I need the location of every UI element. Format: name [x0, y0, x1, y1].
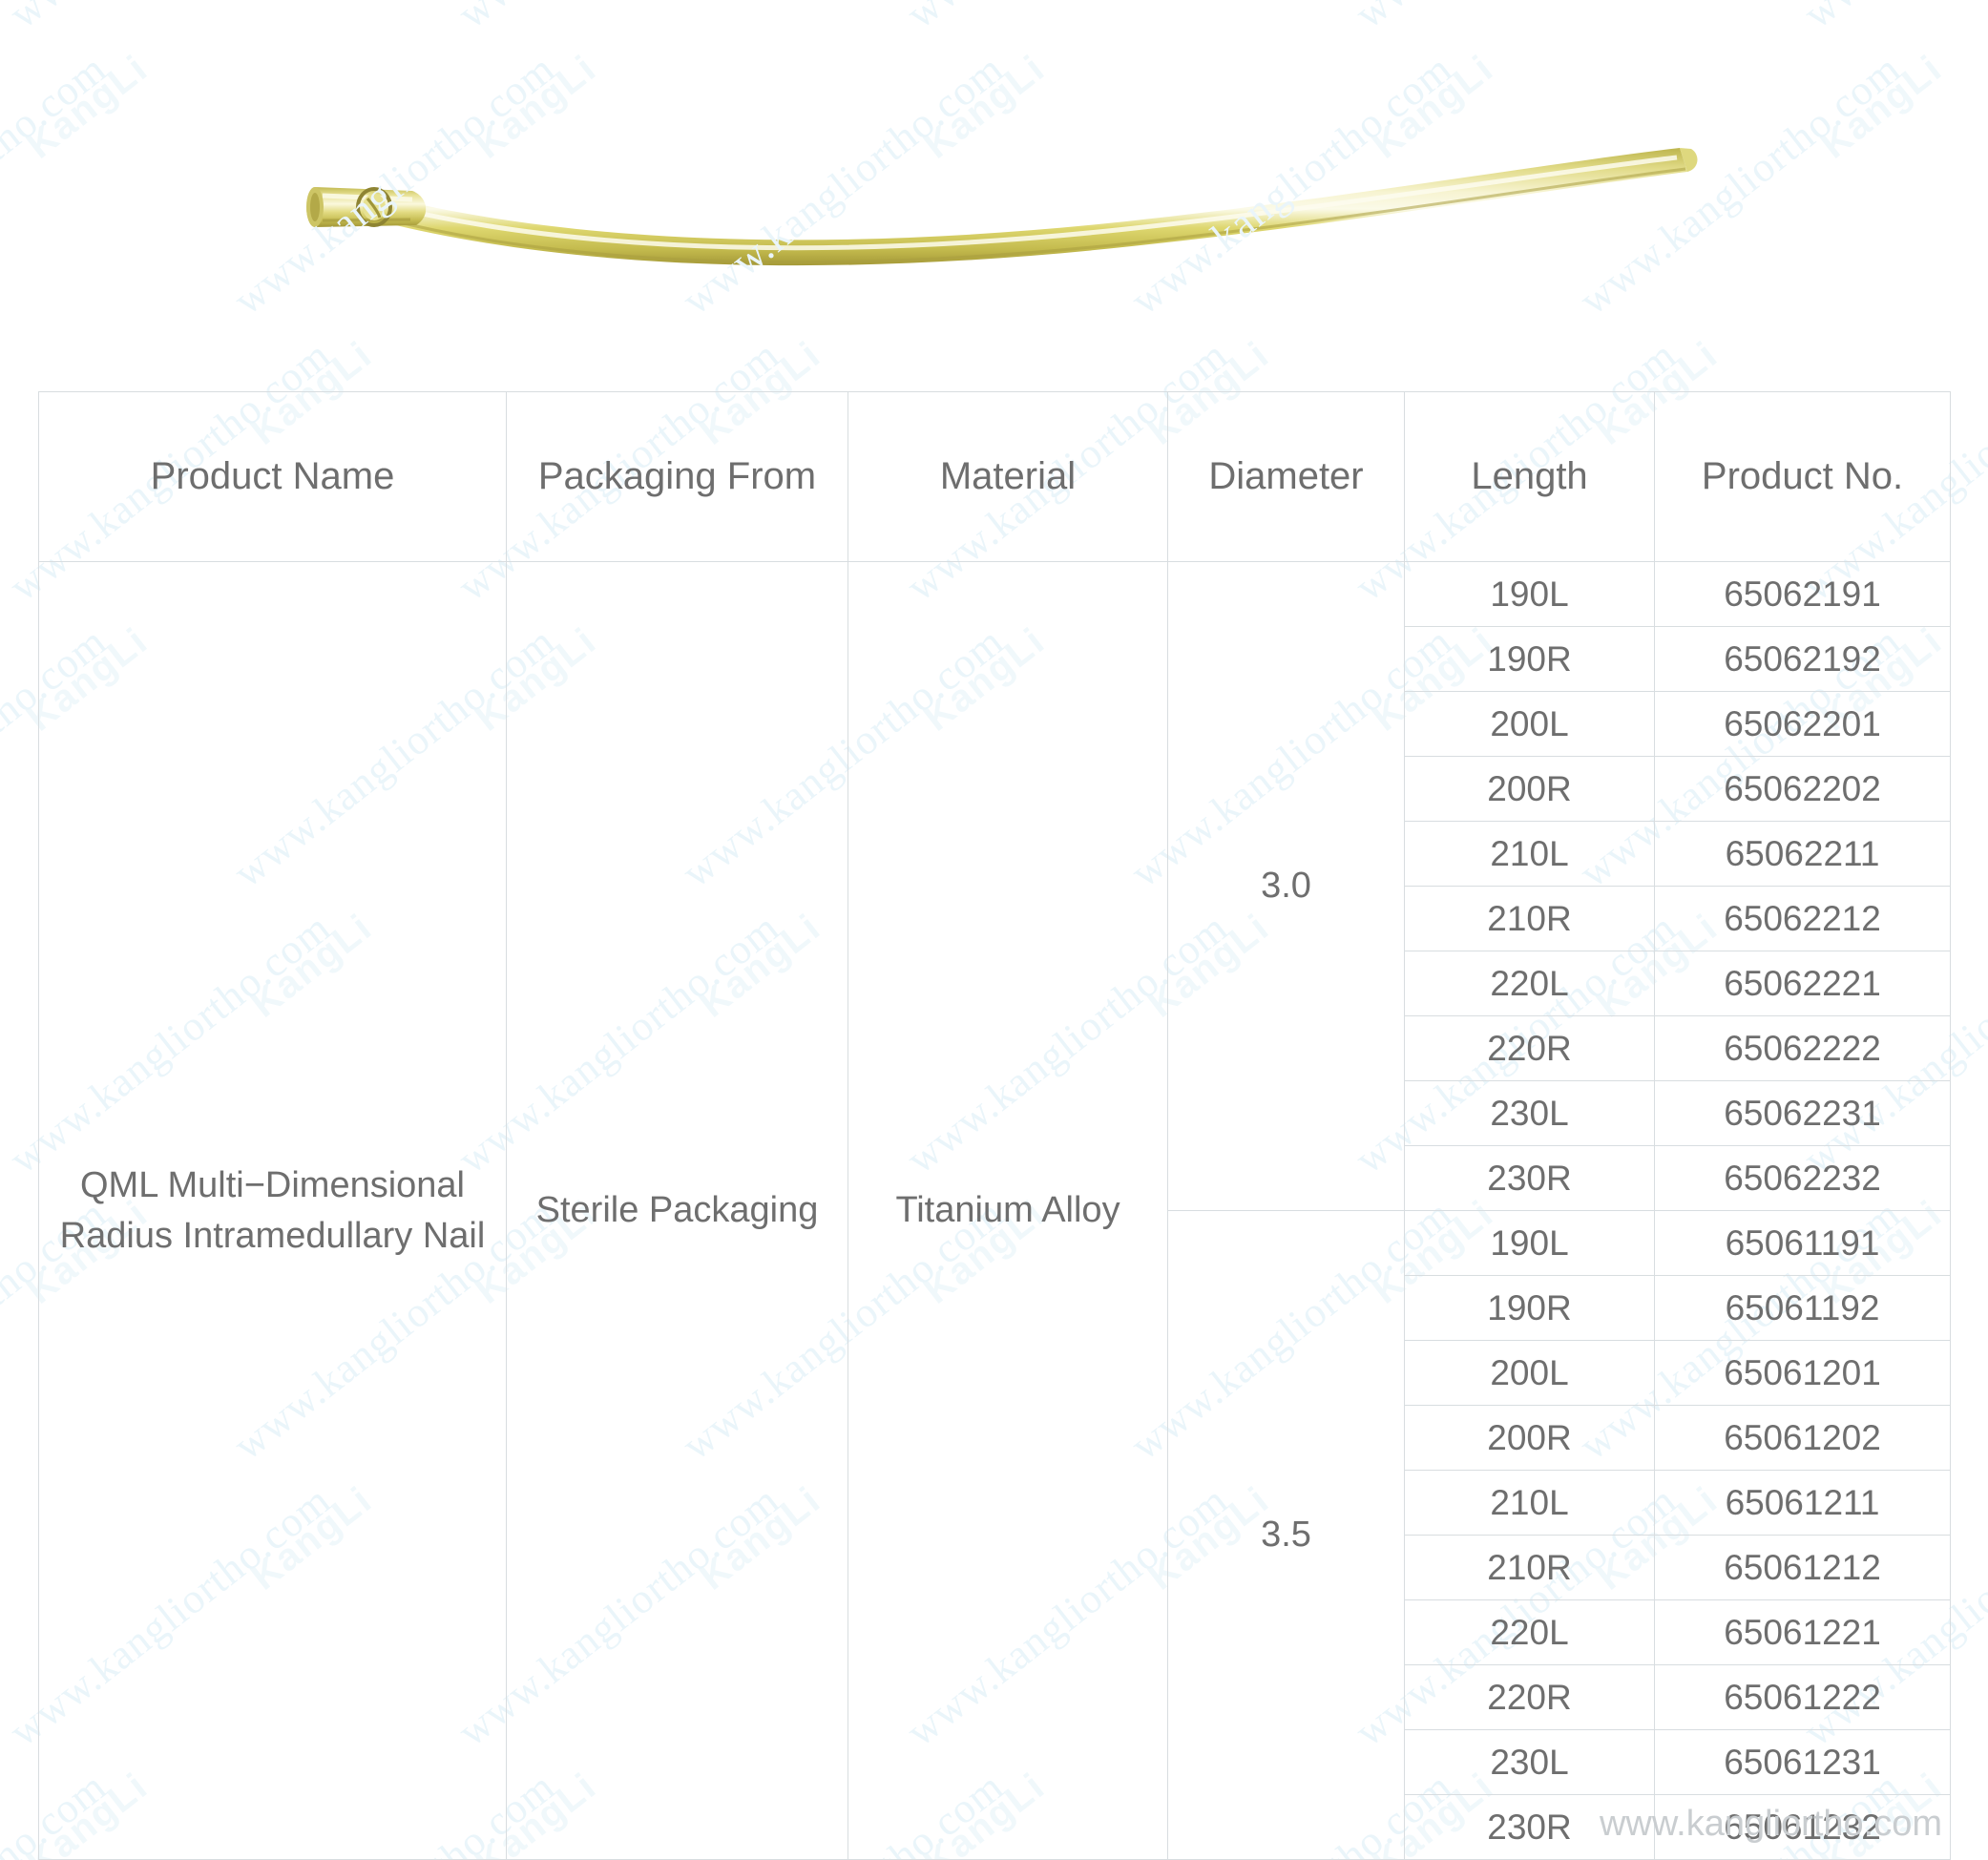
cell-product-no: 65062202: [1654, 756, 1951, 822]
cell-product-no: 65061201: [1654, 1340, 1951, 1406]
cell-product-no: 65061192: [1654, 1275, 1951, 1341]
cell-product-name: QML Multi−Dimensional Radius Intramedull…: [38, 561, 507, 1860]
cell-length: 200R: [1404, 1405, 1655, 1471]
cell-length: 210L: [1404, 821, 1655, 887]
cell-length: 190L: [1404, 1210, 1655, 1276]
cell-product-no: 65062232: [1654, 1145, 1951, 1211]
cell-product-no: 65062192: [1654, 626, 1951, 692]
cell-diameter: 3.5: [1167, 1210, 1405, 1860]
column-header-diameter: Diameter: [1167, 391, 1405, 562]
cell-product-no: 65061231: [1654, 1729, 1951, 1795]
table-header: Product Name Packaging From Material Dia…: [38, 391, 1951, 562]
cell-length: 220L: [1404, 1599, 1655, 1665]
cell-length: 220L: [1404, 951, 1655, 1016]
cell-length: 230R: [1404, 1145, 1655, 1211]
cell-length: 200L: [1404, 1340, 1655, 1406]
cell-product-no: 65061212: [1654, 1535, 1951, 1600]
table-header-row: Product Name Packaging From Material Dia…: [38, 391, 1951, 562]
cell-product-no: 65061222: [1654, 1664, 1951, 1730]
cell-product-no: 65062211: [1654, 821, 1951, 887]
cell-length: 190L: [1404, 561, 1655, 627]
cell-packaging-from: Sterile Packaging: [506, 561, 848, 1860]
cell-product-no: 65061191: [1654, 1210, 1951, 1276]
cell-diameter: 3.0: [1167, 561, 1405, 1211]
nail-shaft: [380, 148, 1698, 266]
footer-website-url: www.kangliortho.com: [1599, 1804, 1942, 1844]
cell-product-no: 65062221: [1654, 951, 1951, 1016]
cell-length: 230L: [1404, 1729, 1655, 1795]
cell-length: 230L: [1404, 1080, 1655, 1146]
cell-length: 210R: [1404, 1535, 1655, 1600]
cell-product-no: 65062212: [1654, 886, 1951, 951]
cell-length: 190R: [1404, 626, 1655, 692]
table-row: QML Multi−Dimensional Radius Intramedull…: [38, 561, 1951, 1860]
specification-table: Product Name Packaging From Material Dia…: [38, 391, 1951, 1860]
spec-table: Product Name Packaging From Material Dia…: [38, 391, 1951, 1860]
column-header-material: Material: [848, 391, 1168, 562]
cell-length: 210L: [1404, 1470, 1655, 1536]
table-body: QML Multi−Dimensional Radius Intramedull…: [38, 561, 1951, 1860]
cell-product-no: 65062222: [1654, 1015, 1951, 1081]
nail-head: [306, 187, 427, 227]
cell-length: 200L: [1404, 691, 1655, 757]
cell-length: 220R: [1404, 1664, 1655, 1730]
cell-length: 220R: [1404, 1015, 1655, 1081]
cell-length: 210R: [1404, 886, 1655, 951]
column-header-product-name: Product Name: [38, 391, 507, 562]
cell-product-no: 65062191: [1654, 561, 1951, 627]
cell-length: 190R: [1404, 1275, 1655, 1341]
column-header-packaging-from: Packaging From: [506, 391, 848, 562]
cell-product-no: 65061221: [1654, 1599, 1951, 1665]
cell-product-no: 65062201: [1654, 691, 1951, 757]
cell-length: 200R: [1404, 756, 1655, 822]
cell-product-no: 65061211: [1654, 1470, 1951, 1536]
column-header-product-no: Product No.: [1654, 391, 1951, 562]
cell-material: Titanium Alloy: [848, 561, 1168, 1860]
product-photo: [0, 0, 1988, 382]
cell-product-no: 65062231: [1654, 1080, 1951, 1146]
cell-product-no: 65061202: [1654, 1405, 1951, 1471]
column-header-length: Length: [1404, 391, 1655, 562]
